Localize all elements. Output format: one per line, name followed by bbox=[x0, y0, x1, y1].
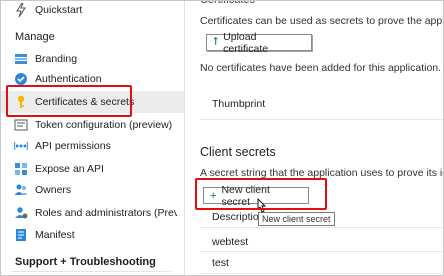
sidebar-item-token-configuration[interactable]: Token configuration (preview) bbox=[1, 114, 184, 136]
sidebar-item-authentication[interactable]: Authentication bbox=[1, 68, 184, 90]
sidebar-item-manifest[interactable]: Manifest bbox=[1, 224, 184, 246]
certificates-heading-clipped: Certificates bbox=[200, 0, 256, 6]
sidebar-item-owners[interactable]: Owners bbox=[1, 179, 184, 201]
sidebar-item-label: Authentication bbox=[35, 73, 102, 85]
thumbprint-column-header: Thumbprint bbox=[212, 98, 266, 110]
certificates-table-divider bbox=[200, 119, 443, 120]
sidebar-item-certificates-secrets[interactable]: Certificates & secrets bbox=[1, 91, 184, 113]
app-window: Quickstart Manage Branding Authenticatio… bbox=[0, 0, 444, 276]
certificates-empty-message: No certificates have been added for this… bbox=[200, 62, 442, 74]
sidebar: Quickstart Manage Branding Authenticatio… bbox=[1, 1, 184, 275]
secret-row-divider bbox=[200, 273, 443, 274]
sidebar-item-api-permissions[interactable]: API permissions bbox=[1, 135, 184, 157]
client-secrets-description: A secret string that the application use… bbox=[200, 167, 443, 179]
sidebar-item-branding[interactable]: Branding bbox=[1, 48, 184, 70]
new-client-secret-tooltip: New client secret bbox=[258, 212, 335, 226]
upload-certificate-label: Upload certificate bbox=[223, 30, 269, 55]
sidebar-item-label: Branding bbox=[35, 53, 78, 65]
upload-icon: ⭡ bbox=[213, 36, 219, 48]
authentication-icon bbox=[14, 72, 28, 86]
sidebar-item-expose-api[interactable]: Expose an API bbox=[1, 158, 184, 180]
api-permissions-icon bbox=[14, 139, 28, 153]
sidebar-item-label: Certificates & secrets bbox=[35, 96, 135, 108]
plus-icon: + bbox=[210, 189, 217, 202]
manage-section-header: Manage bbox=[15, 31, 55, 43]
sidebar-item-roles-administrators[interactable]: Roles and administrators (Previ... bbox=[1, 202, 184, 224]
secret-row-description: test bbox=[212, 257, 229, 269]
sidebar-item-label: Owners bbox=[35, 184, 72, 196]
certificates-description: Certificates can be used as secrets to p… bbox=[200, 15, 443, 27]
manifest-icon bbox=[14, 228, 28, 242]
mouse-cursor-icon bbox=[257, 198, 267, 213]
sidebar-item-label: Expose an API bbox=[35, 163, 104, 175]
token-icon bbox=[14, 118, 28, 132]
support-section-header: Support + Troubleshooting bbox=[15, 256, 156, 268]
sidebar-item-quickstart[interactable]: Quickstart bbox=[1, 1, 184, 21]
key-icon bbox=[14, 95, 28, 109]
secret-row-divider bbox=[200, 251, 443, 252]
sidebar-item-label: Roles and administrators (Previ... bbox=[35, 207, 177, 219]
main-panel: Certificates Certificates can be used as… bbox=[185, 1, 443, 275]
sidebar-divider bbox=[11, 271, 171, 272]
cloud-icon bbox=[14, 162, 28, 176]
client-secrets-title: Client secrets bbox=[200, 145, 276, 159]
secret-row-description: webtest bbox=[212, 236, 249, 248]
branding-icon bbox=[14, 52, 28, 66]
roles-icon bbox=[14, 206, 28, 220]
sidebar-item-label: Token configuration (preview) bbox=[35, 119, 173, 131]
owners-icon bbox=[14, 183, 28, 197]
secrets-header-divider bbox=[200, 227, 443, 228]
upload-certificate-button[interactable]: ⭡ Upload certificate bbox=[206, 31, 312, 55]
sidebar-item-label: Manifest bbox=[35, 229, 75, 241]
sidebar-item-label: Quickstart bbox=[35, 4, 83, 16]
sidebar-item-label: API permissions bbox=[35, 140, 111, 152]
lightning-icon bbox=[14, 3, 28, 17]
